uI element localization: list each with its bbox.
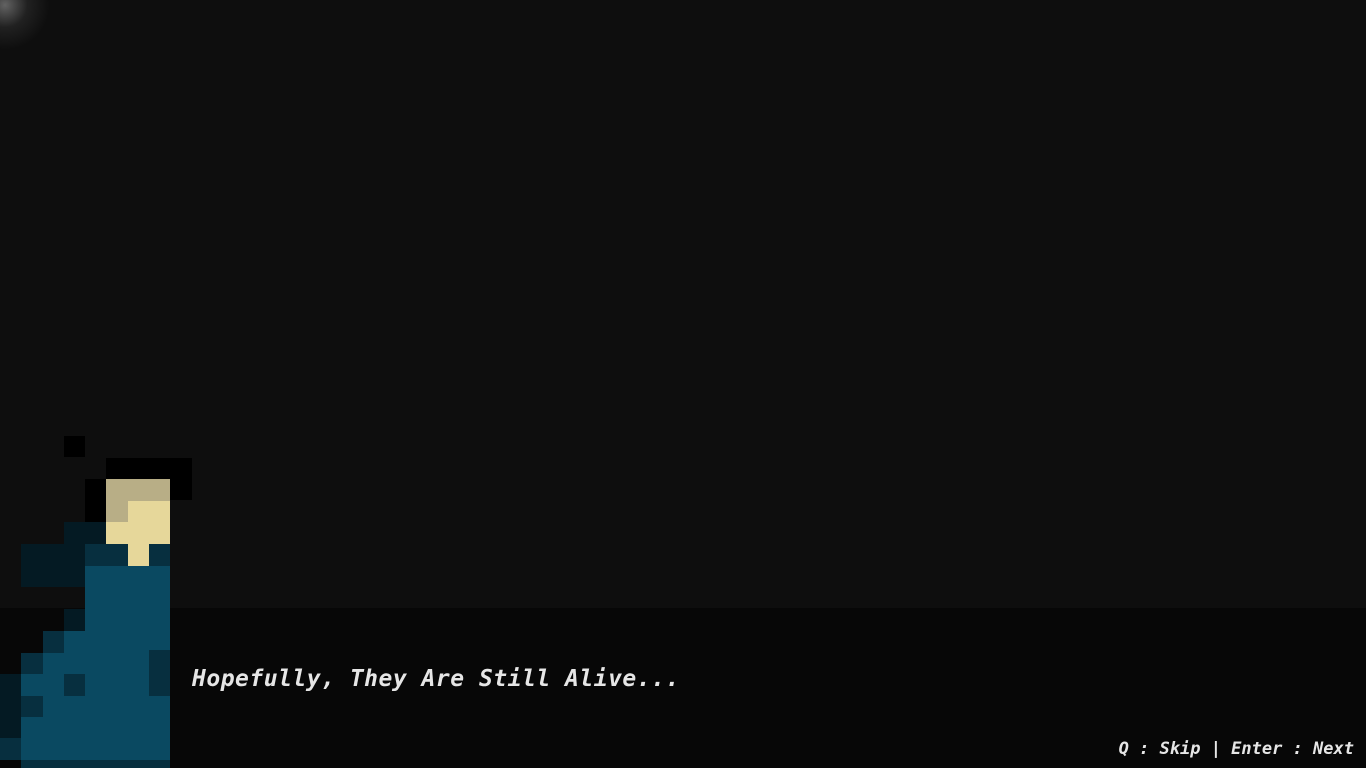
hair-pixel [106, 458, 192, 479]
cloak-pixel [21, 760, 170, 768]
cloak-pixel [85, 544, 106, 566]
face-pixel [106, 479, 170, 501]
hair-pixel [85, 479, 106, 522]
cloak-pixel [0, 738, 21, 760]
cloak-pixel [21, 653, 170, 696]
face-pixel [106, 501, 128, 522]
hair-pixel [170, 479, 192, 500]
cloak-pixel [21, 653, 43, 674]
character-portrait [0, 436, 192, 768]
face-pixel [128, 544, 149, 566]
game-scene: Hopefully, They Are Still Alive... Q : S… [0, 0, 1366, 768]
cloak-pixel [64, 609, 85, 631]
cloak-pixel [21, 696, 170, 762]
controls-hint: Q : Skip | Enter : Next [1118, 739, 1354, 759]
hair-pixel [64, 436, 85, 457]
cloak-pixel [21, 696, 43, 717]
cloak-pixel [85, 566, 170, 609]
cloak-pixel [21, 544, 85, 587]
cloak-pixel [43, 631, 64, 653]
dialog-text: Hopefully, They Are Still Alive... [192, 666, 680, 692]
cloak-pixel [64, 522, 106, 544]
cloak-pixel [149, 544, 170, 566]
cloak-pixel [106, 544, 128, 566]
cloak-pixel [0, 674, 21, 738]
light-glow [0, 0, 50, 50]
face-pixel [106, 522, 128, 544]
face-pixel [128, 501, 170, 544]
